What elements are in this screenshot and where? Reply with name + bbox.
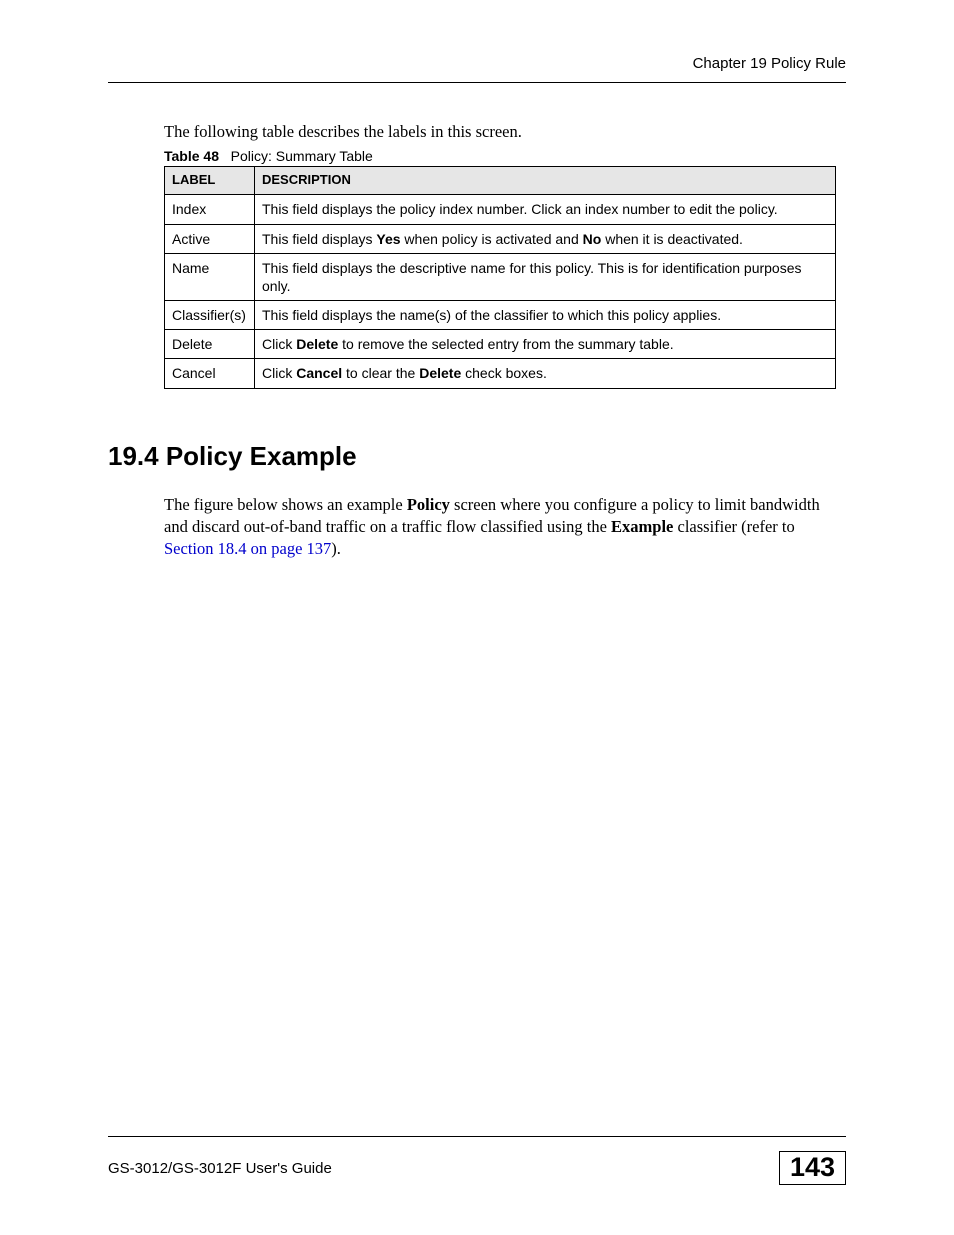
cell-description: This field displays the name(s) of the c… <box>255 301 836 330</box>
cross-reference-link[interactable]: Section 18.4 on page 137 <box>164 539 331 558</box>
col-header-label: LABEL <box>165 167 255 195</box>
cell-description: This field displays the policy index num… <box>255 195 836 224</box>
cell-description: Click Cancel to clear the Delete check b… <box>255 359 836 388</box>
table-row: Active This field displays Yes when poli… <box>165 224 836 253</box>
page-footer: GS-3012/GS-3012F User's Guide 143 <box>108 1136 846 1185</box>
summary-table: LABEL DESCRIPTION Index This field displ… <box>164 166 836 388</box>
table-caption: Table 48 Policy: Summary Table <box>164 148 846 164</box>
page-number: 143 <box>779 1151 846 1185</box>
footer-wrap: GS-3012/GS-3012F User's Guide 143 <box>108 1136 846 1185</box>
table-row: Cancel Click Cancel to clear the Delete … <box>165 359 836 388</box>
cell-label: Index <box>165 195 255 224</box>
table-row: Classifier(s) This field displays the na… <box>165 301 836 330</box>
col-header-description: DESCRIPTION <box>255 167 836 195</box>
intro-paragraph: The following table describes the labels… <box>164 121 846 142</box>
footer-guide-title: GS-3012/GS-3012F User's Guide <box>108 1160 332 1177</box>
cell-description: This field displays Yes when policy is a… <box>255 224 836 253</box>
table-row: Name This field displays the descriptive… <box>165 253 836 300</box>
page-container: Chapter 19 Policy Rule The following tab… <box>0 0 954 1235</box>
running-header: Chapter 19 Policy Rule <box>108 55 846 83</box>
chapter-title: Chapter 19 Policy Rule <box>693 55 846 72</box>
cell-description: Click Delete to remove the selected entr… <box>255 330 836 359</box>
cell-label: Delete <box>165 330 255 359</box>
cell-label: Classifier(s) <box>165 301 255 330</box>
section-paragraph: The figure below shows an example Policy… <box>164 494 846 561</box>
cell-label: Cancel <box>165 359 255 388</box>
table-row: Delete Click Delete to remove the select… <box>165 330 836 359</box>
table-header-row: LABEL DESCRIPTION <box>165 167 836 195</box>
table-row: Index This field displays the policy ind… <box>165 195 836 224</box>
table-title: Policy: Summary Table <box>231 148 373 164</box>
cell-label: Active <box>165 224 255 253</box>
cell-label: Name <box>165 253 255 300</box>
section-heading: 19.4 Policy Example <box>108 441 846 472</box>
table-number: Table 48 <box>164 148 219 164</box>
cell-description: This field displays the descriptive name… <box>255 253 836 300</box>
